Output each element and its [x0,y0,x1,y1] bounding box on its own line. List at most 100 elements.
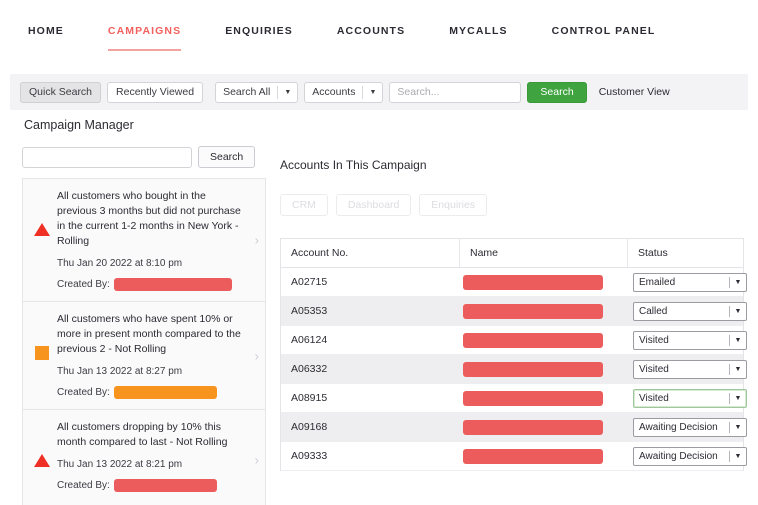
status-value: Awaiting Decision [634,448,729,465]
chevron-right-icon[interactable]: › [255,348,259,363]
nav-item-mycalls[interactable]: MYCALLS [449,19,529,47]
orange-square-icon [31,312,53,360]
column-header-account-no[interactable]: Account No. [281,247,459,259]
chevron-down-icon: ▼ [730,332,746,349]
page-title: Campaign Manager [24,118,134,132]
status-value: Emailed [634,274,729,291]
campaign-created-by: Created By: [57,386,247,399]
customer-view-link[interactable]: Customer View [599,86,670,98]
redacted-name [463,391,603,406]
tab-crm: CRM [280,194,328,216]
redacted-value [114,479,217,492]
cell-status: Visited▼ [627,384,747,412]
status-dropdown[interactable]: Called▼ [633,302,747,321]
status-value: Awaiting Decision [634,419,729,436]
chevron-right-icon[interactable]: › [255,233,259,248]
alert-triangle-icon [31,189,53,236]
table-row[interactable]: A09168 Awaiting Decision▼ [281,413,743,442]
accounts-panel: Accounts In This Campaign CRMDashboardEn… [272,140,748,505]
cell-account-no: A06124 [281,326,459,354]
campaign-card-body: All customers dropping by 10% this month… [53,420,247,492]
redacted-name [463,333,603,348]
campaign-card[interactable]: All customers dropping by 10% this month… [23,410,265,505]
campaign-card-body: All customers who have spent 10% or more… [53,312,247,399]
recently-viewed-button[interactable]: Recently Viewed [107,82,203,103]
cell-name [459,442,627,470]
campaign-card[interactable]: All customers who have spent 10% or more… [23,302,265,410]
accounts-table: Account No. Name Status A02715Emailed▼A0… [280,238,744,471]
chevron-down-icon: ▼ [730,274,746,291]
redacted-name [463,304,603,319]
cell-account-no: A09333 [281,442,459,470]
nav-item-control-panel[interactable]: CONTROL PANEL [552,19,678,47]
campaign-card[interactable]: All customers who bought in the previous… [23,179,265,302]
campaign-title: All customers who bought in the previous… [57,189,247,249]
campaign-date: Thu Jan 13 2022 at 8:27 pm [57,366,247,377]
nav-item-campaigns[interactable]: CAMPAIGNS [108,19,203,47]
nav-item-home[interactable]: HOME [28,19,86,47]
table-row[interactable]: A08915Visited▼ [281,384,743,413]
table-row[interactable]: A06124 Visited▼ [281,326,743,355]
global-search-button[interactable]: Search [527,82,586,103]
cell-name [459,268,627,296]
chevron-down-icon: ▼ [730,419,746,436]
table-header-row: Account No. Name Status [281,239,743,268]
campaign-created-by: Created By: [57,278,247,291]
search-scope-label: Search All [216,83,277,102]
cell-account-no: A05353 [281,297,459,325]
column-header-status[interactable]: Status [627,239,743,267]
campaign-date: Thu Jan 13 2022 at 8:21 pm [57,459,247,470]
cell-account-no: A06332 [281,355,459,383]
cell-name [459,413,627,441]
quick-search-toolbar: Quick Search Recently Viewed Search All … [10,74,748,110]
table-row[interactable]: A06332Visited▼ [281,355,743,384]
status-value: Visited [634,390,729,407]
campaign-search-row: Search [10,140,270,168]
cell-name [459,355,627,383]
created-by-label: Created By: [57,480,110,491]
red-triangle-icon [34,454,50,467]
cell-account-no: A09168 [281,413,459,441]
campaign-manager-page: HOME CAMPAIGNS ENQUIRIES ACCOUNTS MYCALLS CON… [0,0,758,505]
status-dropdown[interactable]: Visited▼ [633,331,747,350]
accounts-panel-title: Accounts In This Campaign [272,140,748,172]
status-value: Visited [634,361,729,378]
global-search-input[interactable] [389,82,521,103]
redacted-name [463,449,603,464]
campaign-list-panel: Search All customers who bought in the p… [10,140,270,505]
created-by-label: Created By: [57,279,110,290]
cell-name [459,384,627,412]
table-row[interactable]: A02715 Emailed▼ [281,268,743,297]
campaign-cards[interactable]: All customers who bought in the previous… [22,178,266,505]
nav-item-accounts[interactable]: ACCOUNTS [337,19,427,47]
status-dropdown[interactable]: Visited▼ [633,389,747,408]
column-header-name[interactable]: Name [459,239,627,267]
cell-status: Visited▼ [627,355,747,383]
status-value: Called [634,303,729,320]
chevron-right-icon[interactable]: › [255,452,259,467]
status-value: Visited [634,332,729,349]
status-dropdown[interactable]: Visited▼ [633,360,747,379]
search-entity-dropdown[interactable]: Accounts ▼ [304,82,383,103]
search-scope-dropdown[interactable]: Search All ▼ [215,82,298,103]
status-dropdown[interactable]: Awaiting Decision▼ [633,418,747,437]
campaign-search-button[interactable]: Search [198,146,255,168]
cell-status: Awaiting Decision▼ [627,442,747,470]
orange-square-icon [35,346,49,360]
status-dropdown[interactable]: Emailed▼ [633,273,747,292]
nav-item-enquiries[interactable]: ENQUIRIES [225,19,315,47]
chevron-down-icon: ▼ [730,390,746,407]
accounts-tab-bar: CRMDashboardEnquiries [272,172,748,216]
status-dropdown[interactable]: Awaiting Decision▼ [633,447,747,466]
redacted-name [463,275,603,290]
chevron-down-icon: ▼ [730,303,746,320]
table-row[interactable]: A05353 Called▼ [281,297,743,326]
table-row[interactable]: A09333Awaiting Decision▼ [281,442,743,471]
quick-search-button[interactable]: Quick Search [20,82,101,103]
created-by-label: Created By: [57,387,110,398]
campaign-created-by: Created By: [57,479,247,492]
cell-account-no: A02715 [281,268,459,296]
redacted-value [114,386,217,399]
campaign-title: All customers dropping by 10% this month… [57,420,247,450]
campaign-search-input[interactable] [22,147,192,168]
